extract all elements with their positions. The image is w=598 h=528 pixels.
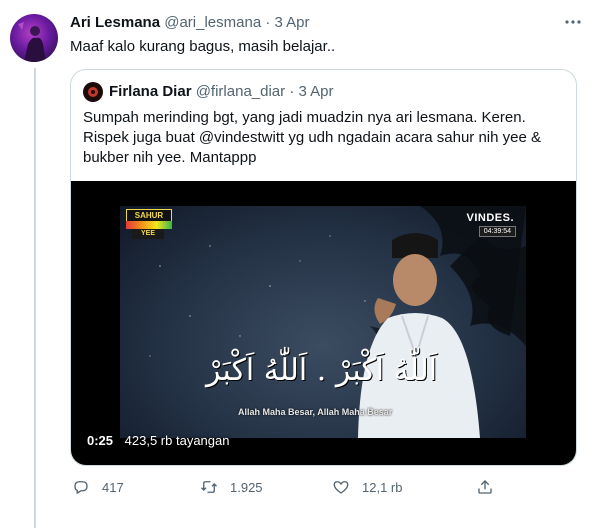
like-button[interactable]: 12,1 rb: [332, 478, 402, 496]
tweet-date[interactable]: 3 Apr: [275, 14, 310, 31]
avatar-figure: [18, 22, 46, 62]
like-count: 12,1 rb: [362, 479, 403, 495]
author-avatar[interactable]: [10, 14, 58, 62]
video-elapsed: 0:25: [87, 433, 114, 448]
heart-icon: [333, 481, 349, 494]
tweet-text: Maaf kalo kurang bagus, masih belajar..: [70, 38, 336, 55]
author-name[interactable]: Ari Lesmana: [70, 14, 160, 31]
sahur-yee-badge: SAHUR YEE: [120, 209, 177, 239]
retweet-count: 1.925: [230, 479, 263, 495]
reply-count: 417: [102, 479, 124, 495]
badge-bottom-text: YEE: [132, 229, 164, 239]
header-separator: ·: [265, 14, 271, 31]
video-subtitle: Allah Maha Besar, Allah Maha Besar: [238, 407, 393, 417]
thread-line: [34, 68, 36, 528]
more-horizontal-icon[interactable]: [564, 13, 582, 36]
video-status: 0:25 423,5 rb tayangan: [87, 433, 229, 448]
retweet-button[interactable]: 1.925: [200, 478, 263, 496]
action-bar: 417 1.925 12,1 rb: [70, 478, 575, 500]
quoted-text: Sumpah merinding bgt, yang jadi muadzin …: [83, 108, 563, 168]
reply-icon: [74, 481, 88, 495]
share-button[interactable]: [476, 478, 494, 496]
video-scene: [149, 206, 526, 438]
quoted-text-line: Rispek juga buat @vindestwitt yg udh nga…: [83, 129, 542, 146]
tweet-header: Ari Lesmana @ari_lesmana · 3 Apr: [70, 13, 310, 33]
quoted-header-separator: ·: [289, 83, 295, 100]
video-frame: SAHUR YEE VINDES. 04:39:54 اَللّٰهُ اَكْ…: [120, 206, 526, 438]
quoted-date: 3 Apr: [298, 83, 334, 100]
quoted-header: Firlana Diar @firlana_diar · 3 Apr: [109, 82, 334, 102]
quoted-author-avatar: [83, 82, 103, 102]
reply-button[interactable]: 417: [72, 478, 124, 496]
channel-brand: VINDES.: [466, 212, 514, 224]
on-screen-clock: 04:39:54: [478, 226, 516, 237]
quoted-text-line: bukber nih yee. Mantappp: [83, 149, 257, 166]
retweet-icon: [201, 481, 217, 493]
quoted-author-handle: @firlana_diar: [195, 83, 286, 100]
quoted-tweet[interactable]: Firlana Diar @firlana_diar · 3 Apr Sumpa…: [70, 69, 577, 466]
video-player[interactable]: SAHUR YEE VINDES. 04:39:54 اَللّٰهُ اَكْ…: [71, 181, 576, 465]
arabic-caption: اَللّٰهُ اَكْبَرْ . اَللّٰهُ اَكْبَرْ: [206, 353, 438, 388]
share-icon: [478, 480, 492, 494]
quoted-author-name: Firlana Diar: [109, 83, 192, 100]
badge-stripe: [126, 221, 172, 229]
quoted-text-line: Sumpah merinding bgt, yang jadi muadzin …: [83, 109, 526, 126]
author-handle[interactable]: @ari_lesmana: [164, 14, 261, 31]
video-views: 423,5 rb tayangan: [124, 433, 230, 448]
